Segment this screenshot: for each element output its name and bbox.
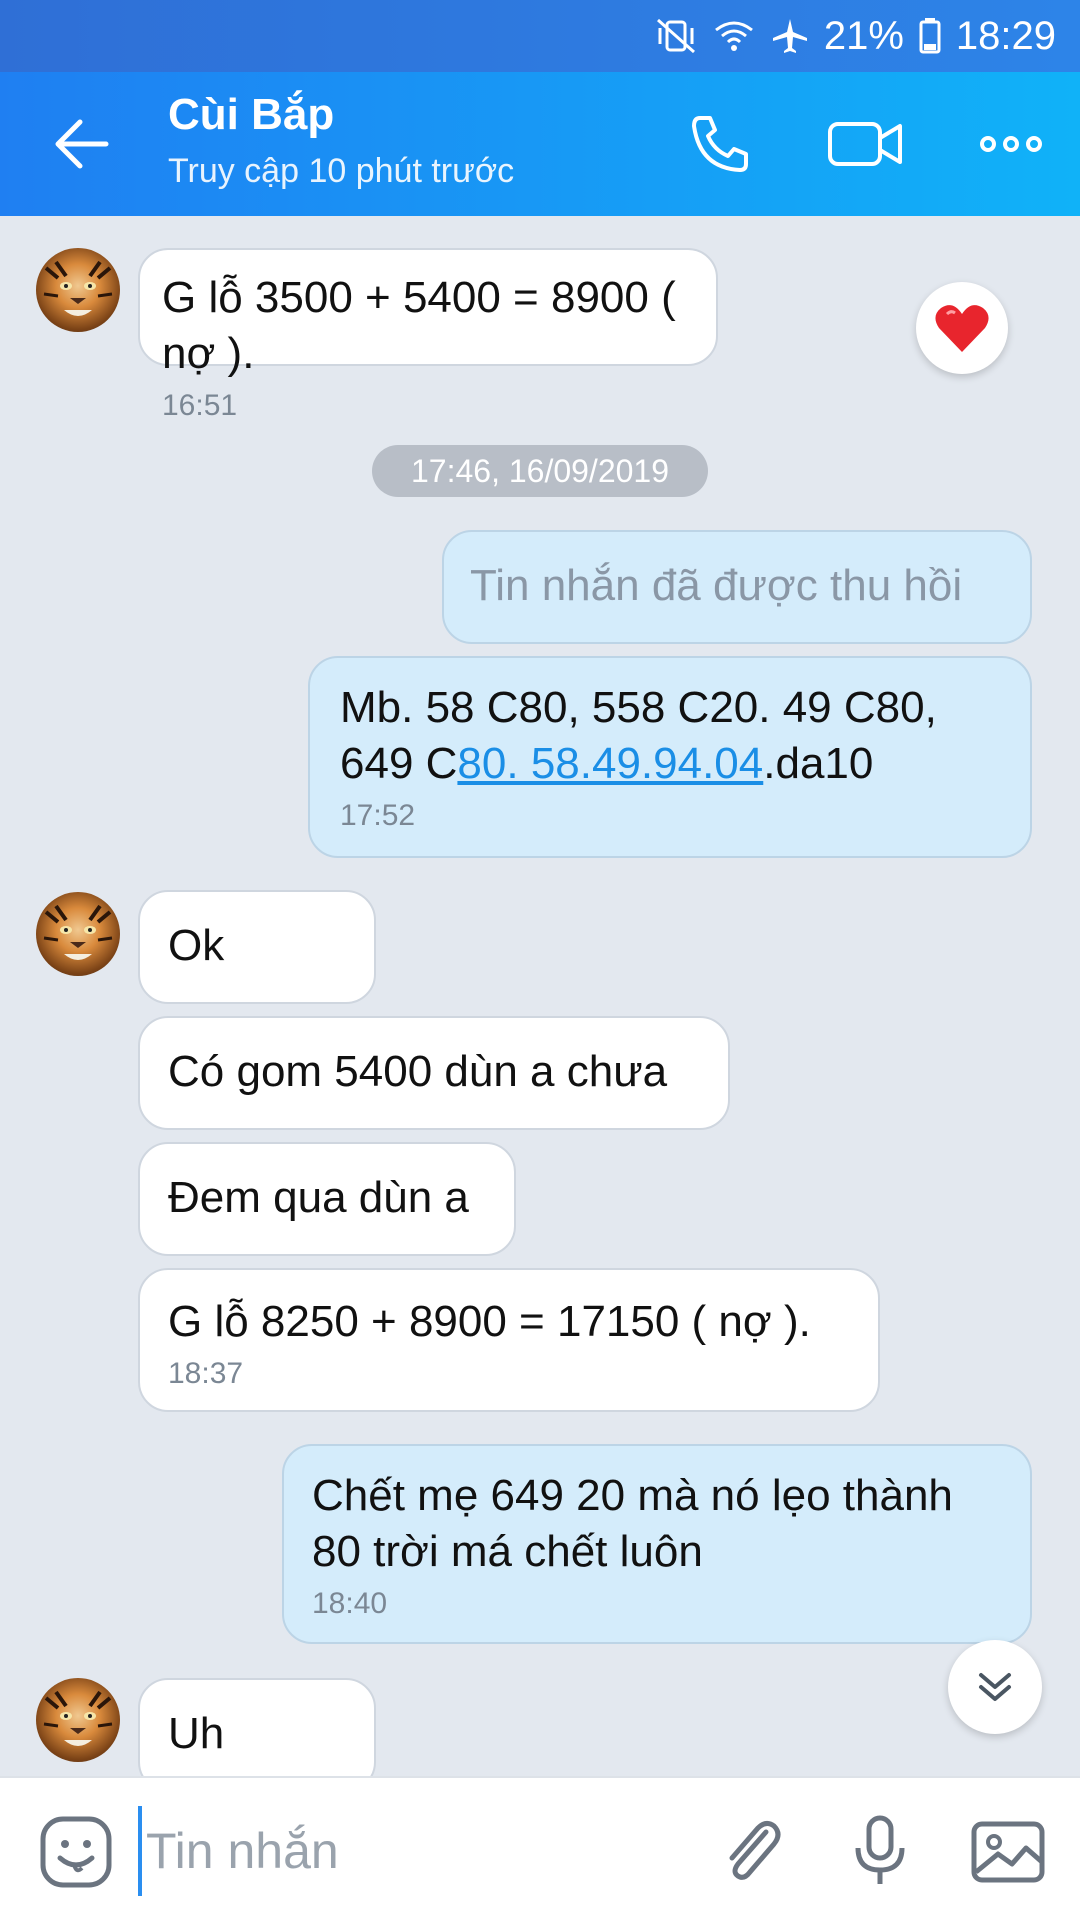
wifi-icon: [712, 16, 756, 56]
video-call-button[interactable]: [826, 112, 906, 176]
reaction-button[interactable]: [916, 282, 1008, 374]
tiger-avatar-icon: [43, 904, 113, 960]
voice-button[interactable]: [842, 1814, 918, 1890]
smiley-icon: [40, 1816, 112, 1888]
phone-number-link[interactable]: 80. 58.49.94.04: [457, 739, 763, 788]
tiger-avatar-icon: [43, 1690, 113, 1746]
message-list[interactable]: G lỗ 3500 + 5400 = 8900 ( nợ ). 16:51 17…: [0, 216, 1080, 1776]
scroll-to-bottom-button[interactable]: [948, 1640, 1042, 1734]
message-text: G lỗ 3500 + 5400 = 8900 ( nợ ).: [162, 273, 676, 378]
message-text: Chết mẹ 649 20 mà nó lẹo thành 80 trời má…: [312, 1471, 953, 1576]
battery-icon: [918, 16, 942, 56]
image-icon: [971, 1821, 1045, 1883]
emoji-button[interactable]: [38, 1814, 114, 1890]
chat-header: Cùi Bắp Truy cập 10 phút trước: [0, 72, 1080, 216]
message-bubble-incoming[interactable]: Uh: [138, 1678, 376, 1776]
message-bubble-incoming[interactable]: G lỗ 8250 + 8900 = 17150 ( nợ ). 18:37: [138, 1268, 880, 1412]
message-text: Uh: [168, 1709, 225, 1758]
more-dots-icon: [980, 136, 1042, 152]
microphone-icon: [855, 1815, 905, 1884]
message-bubble-incoming[interactable]: Có gom 5400 dùn a chưa: [138, 1016, 730, 1130]
message-text: Ok: [168, 921, 225, 970]
paperclip-icon: [729, 1820, 781, 1880]
phone-icon: [692, 116, 748, 172]
message-bubble-outgoing[interactable]: Chết mẹ 649 20 mà nó lẹo thành 80 trời má…: [282, 1444, 1032, 1644]
message-bubble-incoming[interactable]: G lỗ 3500 + 5400 = 8900 ( nợ ). 16:51: [138, 248, 718, 422]
message-text: Mb. 58 C80, 558 C20. 49 C80, 649 C80. 58.…: [340, 683, 937, 788]
arrow-left-icon: [55, 119, 109, 169]
avatar[interactable]: [36, 1678, 120, 1762]
back-button[interactable]: [52, 116, 112, 172]
double-chevron-down-icon: [979, 1673, 1011, 1701]
message-time: 17:52: [340, 799, 416, 832]
status-bar: 21% 18:29: [0, 0, 1080, 72]
gallery-button[interactable]: [970, 1814, 1046, 1890]
video-camera-icon: [828, 122, 902, 166]
message-text: Đem qua dùn a: [168, 1173, 469, 1222]
message-time: 16:51: [162, 389, 238, 422]
message-bubble-incoming[interactable]: Ok: [138, 890, 376, 1004]
last-seen-status: Truy cập 10 phút trước: [168, 152, 515, 190]
clock: 18:29: [955, 13, 1056, 58]
avatar[interactable]: [36, 892, 120, 976]
vibrate-icon: [654, 16, 698, 56]
message-time: 18:37: [168, 1357, 244, 1390]
message-composer: [0, 1776, 1080, 1920]
message-bubble-incoming[interactable]: Đem qua dùn a: [138, 1142, 516, 1256]
recalled-text: Tin nhắn đã được thu hồi: [470, 561, 963, 610]
message-time: 18:40: [312, 1587, 388, 1620]
contact-name[interactable]: Cùi Bắp: [168, 90, 334, 140]
message-text: Có gom 5400 dùn a chưa: [168, 1047, 668, 1096]
date-separator: 17:46, 16/09/2019: [372, 445, 708, 497]
tiger-avatar-icon: [43, 260, 113, 316]
avatar[interactable]: [36, 248, 120, 332]
message-bubble-recalled[interactable]: Tin nhắn đã được thu hồi: [442, 530, 1032, 644]
more-options-button[interactable]: [976, 112, 1046, 176]
heart-icon: [935, 305, 989, 352]
message-bubble-outgoing[interactable]: Mb. 58 C80, 558 C20. 49 C80, 649 C80. 58.…: [308, 656, 1032, 858]
message-text: G lỗ 8250 + 8900 = 17150 ( nợ ).: [168, 1297, 811, 1346]
airplane-icon: [770, 16, 810, 56]
call-button[interactable]: [686, 112, 756, 176]
battery-percent: 21%: [823, 13, 904, 58]
attach-button[interactable]: [714, 1814, 790, 1890]
message-input[interactable]: [138, 1806, 708, 1896]
